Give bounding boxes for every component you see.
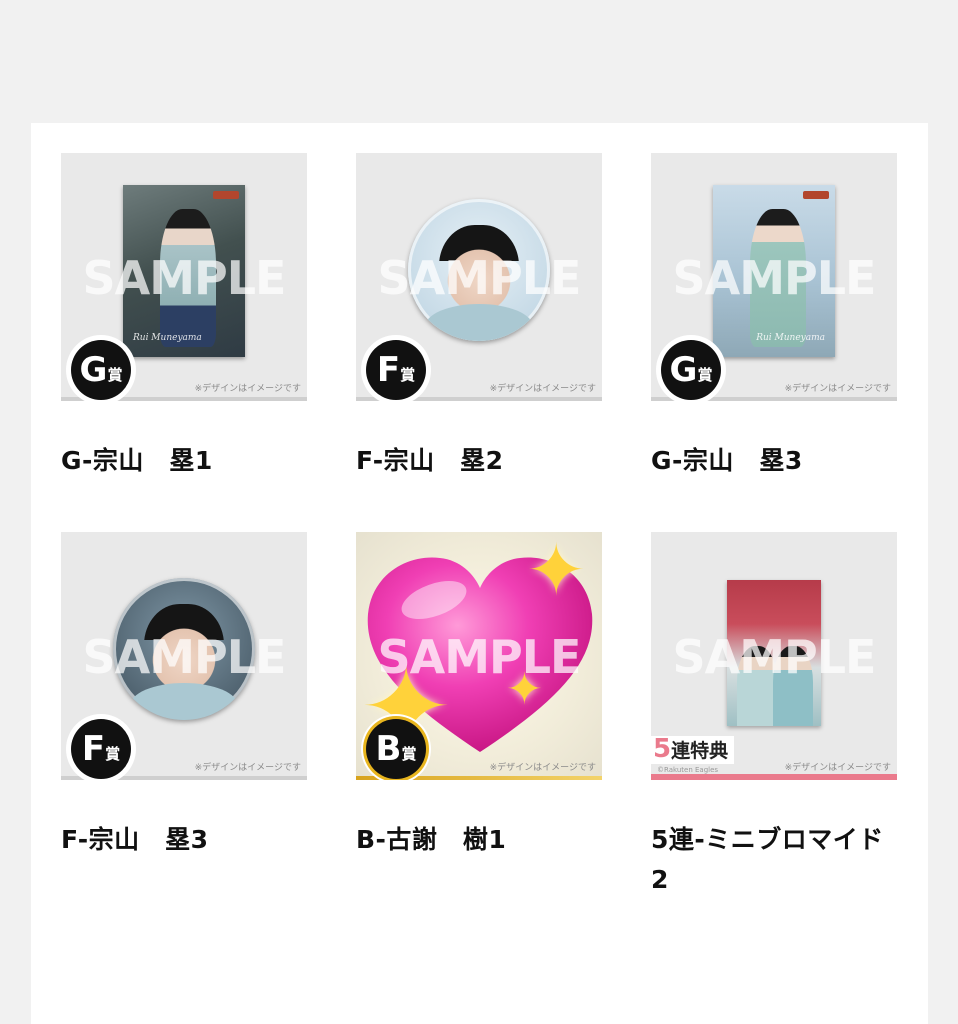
product-grid-panel: Rui Muneyama SAMPLE ※デザインはイメージです G 賞 G-宗… (31, 123, 928, 1024)
prize-letter: G (79, 350, 108, 390)
sample-watermark: SAMPLE (82, 630, 287, 684)
product-title[interactable]: F-宗山 塁2 (356, 441, 602, 481)
product-thumbnail[interactable]: Rui Muneyama SAMPLE ※デザインはイメージです G 賞 (651, 153, 897, 401)
prize-badge-icon: G 賞 (66, 335, 136, 401)
signature: Rui Muneyama (133, 333, 202, 343)
design-note: ※デザインはイメージです (489, 763, 596, 773)
product-thumbnail[interactable]: Rui Muneyama SAMPLE ※デザインはイメージです G 賞 (61, 153, 307, 401)
sample-watermark: SAMPLE (672, 251, 877, 305)
prize-badge-icon: B 賞 (361, 714, 431, 780)
bonus-number: 5 (653, 734, 672, 764)
team-logo (213, 191, 239, 199)
design-note: ※デザインはイメージです (784, 384, 891, 394)
product-card[interactable]: SAMPLE 5連特典 ©Rakuten Eagles ※デザインはイメージです… (651, 532, 897, 900)
prize-kanji: 賞 (400, 365, 416, 384)
design-note: ※デザインはイメージです (784, 763, 891, 773)
design-note: ※デザインはイメージです (194, 384, 301, 394)
sample-watermark: SAMPLE (377, 251, 582, 305)
prize-kanji: 賞 (105, 744, 121, 763)
prize-kanji: 賞 (107, 365, 123, 384)
sparkle-icon: ✦ (526, 532, 587, 612)
prize-letter: F (81, 729, 106, 769)
prize-kanji: 賞 (401, 744, 417, 763)
bonus-text: 連特典 (671, 740, 729, 762)
design-note: ※デザインはイメージです (194, 763, 301, 773)
copyright-credit: ©Rakuten Eagles (657, 766, 719, 774)
sample-watermark: SAMPLE (672, 630, 877, 684)
product-title[interactable]: B-古謝 樹1 (356, 820, 602, 860)
product-thumbnail[interactable]: SAMPLE ※デザインはイメージです F 賞 (356, 153, 602, 401)
design-note: ※デザインはイメージです (489, 384, 596, 394)
team-logo (803, 191, 829, 199)
product-card[interactable]: SAMPLE ※デザインはイメージです F 賞 F-宗山 塁3 (61, 532, 307, 860)
prize-letter: F (376, 350, 401, 390)
product-thumbnail[interactable]: ✦ ✦ ✦ SAMPLE ※デザインはイメージです B 賞 (356, 532, 602, 780)
product-thumbnail[interactable]: SAMPLE ※デザインはイメージです F 賞 (61, 532, 307, 780)
product-card[interactable]: Rui Muneyama SAMPLE ※デザインはイメージです G 賞 G-宗… (651, 153, 897, 481)
sample-watermark: SAMPLE (82, 251, 287, 305)
prize-badge-icon: F 賞 (66, 714, 136, 780)
prize-badge-icon: F 賞 (361, 335, 431, 401)
product-title[interactable]: F-宗山 塁3 (61, 820, 307, 860)
prize-kanji: 賞 (697, 365, 713, 384)
product-card[interactable]: SAMPLE ※デザインはイメージです F 賞 F-宗山 塁2 (356, 153, 602, 481)
product-card[interactable]: Rui Muneyama SAMPLE ※デザインはイメージです G 賞 G-宗… (61, 153, 307, 481)
prize-badge-icon: G 賞 (656, 335, 726, 401)
product-title[interactable]: G-宗山 塁1 (61, 441, 307, 481)
prize-letter: G (669, 350, 698, 390)
bonus-label: 5連特典 (651, 734, 735, 764)
product-title[interactable]: 5連-ミニブロマイド2 (651, 820, 897, 900)
prize-letter: B (375, 729, 402, 769)
card-baseline (651, 774, 897, 780)
product-thumbnail[interactable]: SAMPLE 5連特典 ©Rakuten Eagles ※デザインはイメージです (651, 532, 897, 780)
signature: Rui Muneyama (756, 333, 825, 343)
sample-watermark: SAMPLE (377, 630, 582, 684)
product-card[interactable]: ✦ ✦ ✦ SAMPLE ※デザインはイメージです B 賞 B-古謝 樹1 (356, 532, 602, 860)
product-title[interactable]: G-宗山 塁3 (651, 441, 897, 481)
